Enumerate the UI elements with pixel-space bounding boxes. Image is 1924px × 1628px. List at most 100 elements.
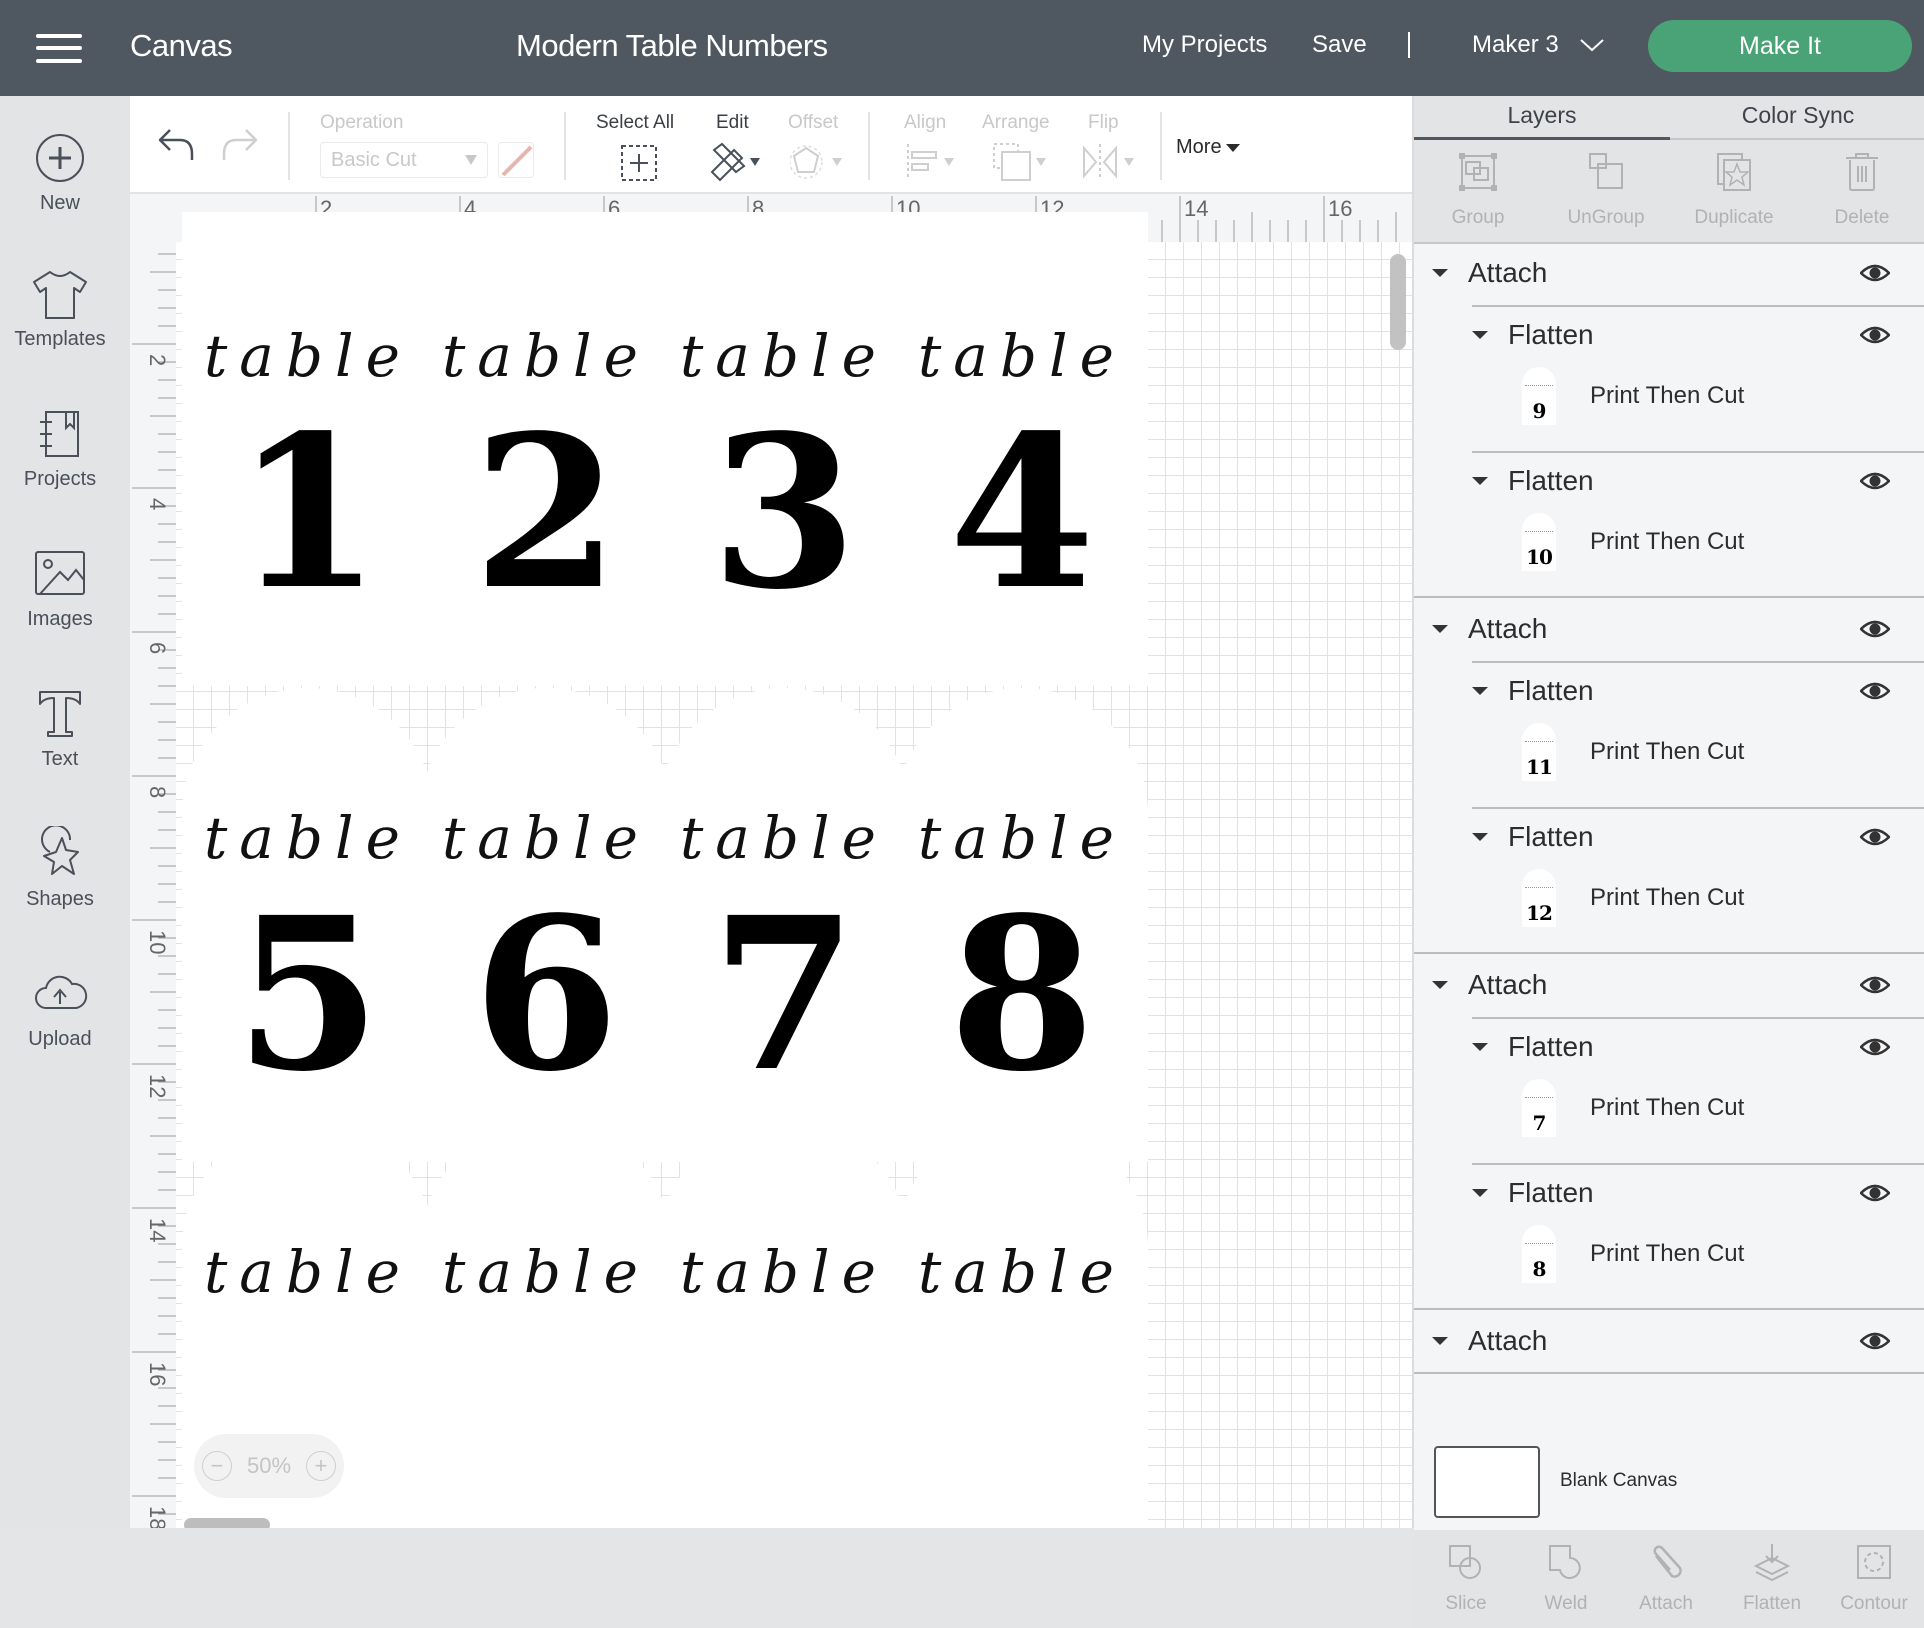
operation-color-swatch[interactable] — [498, 142, 534, 178]
zoom-out-button[interactable]: − — [202, 1451, 232, 1481]
table-number-card[interactable]: table — [420, 1122, 672, 1528]
flatten-button[interactable]: Flatten — [1720, 1542, 1824, 1615]
layer-group-attach[interactable]: Attach — [1432, 600, 1908, 658]
ungroup-button[interactable]: UnGroup — [1542, 150, 1670, 240]
layer-item[interactable]: 12 Print Then Cut — [1522, 866, 1744, 930]
collapse-triangle-icon[interactable] — [1472, 833, 1488, 841]
layer-item[interactable]: 9 Print Then Cut — [1522, 364, 1744, 428]
redo-icon[interactable] — [220, 126, 260, 162]
visibility-eye-icon[interactable] — [1859, 262, 1891, 284]
sidebar-item-shapes[interactable]: Shapes — [0, 826, 120, 936]
more-menu-button[interactable]: More — [1176, 136, 1240, 159]
zoom-in-button[interactable]: + — [305, 1451, 336, 1481]
undo-icon[interactable] — [156, 126, 196, 162]
sidebar-item-projects[interactable]: Projects — [0, 406, 120, 516]
design-canvas[interactable]: 2 4 6 8 10 12 14 16 2 4 6 8 10 12 14 16 18 table 1 table 2… — [130, 194, 1412, 1528]
layer-group-flatten[interactable]: Flatten — [1472, 1164, 1908, 1222]
duplicate-button[interactable]: Duplicate — [1670, 150, 1798, 240]
collapse-triangle-icon[interactable] — [1472, 1043, 1488, 1051]
my-projects-link[interactable]: My Projects — [1142, 31, 1267, 59]
collapse-triangle-icon[interactable] — [1472, 1189, 1488, 1197]
table-number-card[interactable]: table 2 — [420, 212, 672, 686]
visibility-eye-icon[interactable] — [1859, 470, 1891, 492]
layer-item[interactable]: 8 Print Then Cut — [1522, 1222, 1744, 1286]
flip-icon[interactable] — [1080, 142, 1144, 182]
tab-color-sync[interactable]: Color Sync — [1670, 96, 1924, 140]
collapse-triangle-icon[interactable] — [1432, 981, 1448, 989]
operation-select[interactable]: Basic Cut — [320, 142, 488, 178]
table-number-card[interactable]: table — [658, 1122, 910, 1528]
project-title[interactable]: Modern Table Numbers — [516, 28, 828, 64]
sidebar-label: Images — [27, 608, 93, 630]
operation-value: Basic Cut — [331, 149, 417, 171]
arrange-icon[interactable] — [990, 140, 1054, 184]
select-all-icon[interactable] — [620, 144, 658, 182]
collapse-triangle-icon[interactable] — [1472, 331, 1488, 339]
table-number-card[interactable]: table 4 — [896, 212, 1148, 686]
weld-button[interactable]: Weld — [1514, 1542, 1618, 1615]
visibility-eye-icon[interactable] — [1859, 974, 1891, 996]
menu-icon[interactable] — [36, 32, 82, 64]
layer-group-attach[interactable]: Attach — [1432, 1312, 1908, 1370]
layer-item[interactable]: 10 Print Then Cut — [1522, 510, 1744, 574]
layer-group-attach[interactable]: Attach — [1432, 244, 1908, 302]
card-script-text: table — [918, 804, 1126, 872]
visibility-eye-icon[interactable] — [1859, 324, 1891, 346]
visibility-eye-icon[interactable] — [1859, 680, 1891, 702]
collapse-triangle-icon[interactable] — [1432, 625, 1448, 633]
trash-icon — [1846, 153, 1878, 191]
horizontal-scrollbar[interactable] — [184, 1518, 270, 1528]
layer-group-flatten[interactable]: Flatten — [1472, 1018, 1908, 1076]
layer-group-flatten[interactable]: Flatten — [1472, 662, 1908, 720]
table-number-card[interactable]: table 6 — [420, 688, 672, 1162]
slice-button[interactable]: Slice — [1414, 1542, 1518, 1615]
collapse-triangle-icon[interactable] — [1472, 477, 1488, 485]
sidebar-item-text[interactable]: Text — [0, 686, 120, 796]
layer-group-flatten[interactable]: Flatten — [1472, 808, 1908, 866]
collapse-triangle-icon[interactable] — [1472, 687, 1488, 695]
make-it-button[interactable]: Make It — [1648, 20, 1912, 72]
visibility-eye-icon[interactable] — [1859, 618, 1891, 640]
table-number-card[interactable]: table — [896, 1122, 1148, 1528]
sidebar-item-upload[interactable]: Upload — [0, 966, 120, 1076]
visibility-eye-icon[interactable] — [1859, 1182, 1891, 1204]
edit-pencil-ruler-icon[interactable] — [708, 142, 764, 182]
table-number-card[interactable]: table 3 — [658, 212, 910, 686]
layer-group-flatten[interactable]: Flatten — [1472, 452, 1908, 510]
visibility-eye-icon[interactable] — [1859, 1330, 1891, 1352]
align-icon[interactable] — [904, 142, 960, 182]
group-icon — [1459, 153, 1497, 191]
table-number-card[interactable]: table 5 — [182, 688, 434, 1162]
sidebar-item-templates[interactable]: Templates — [0, 266, 120, 376]
layer-group-attach[interactable]: Attach — [1432, 956, 1908, 1014]
table-number-card[interactable]: table 1 — [182, 212, 434, 686]
top-bar: Canvas Modern Table Numbers My Projects … — [0, 0, 1924, 96]
sidebar-item-images[interactable]: Images — [0, 546, 120, 656]
attach-button[interactable]: Attach — [1614, 1542, 1718, 1615]
layer-group-flatten[interactable]: Flatten — [1472, 306, 1908, 364]
delete-button[interactable]: Delete — [1798, 150, 1924, 240]
visibility-eye-icon[interactable] — [1859, 826, 1891, 848]
table-number-card[interactable]: table 7 — [658, 688, 910, 1162]
panel-tabs: Layers Color Sync — [1414, 96, 1924, 140]
vertical-scrollbar[interactable] — [1390, 254, 1406, 350]
visibility-eye-icon[interactable] — [1859, 1036, 1891, 1058]
layer-item[interactable]: 11 Print Then Cut — [1522, 720, 1744, 784]
collapse-triangle-icon[interactable] — [1432, 1337, 1448, 1345]
machine-select[interactable]: Maker 3 — [1472, 31, 1605, 59]
table-number-card[interactable]: table 8 — [896, 688, 1148, 1162]
contour-button[interactable]: Contour — [1822, 1542, 1924, 1615]
sidebar-item-new[interactable]: New — [0, 130, 120, 240]
layer-actions: Group UnGroup Duplicate Delete — [1414, 140, 1924, 244]
save-button[interactable]: Save — [1312, 31, 1367, 59]
layer-divider — [1414, 596, 1924, 598]
collapse-triangle-icon[interactable] — [1432, 269, 1448, 277]
offset-icon[interactable] — [790, 142, 846, 182]
canvas-grid[interactable]: table 1 table 2 table 3 table 4 table 5 table 6 tabl… — [176, 212, 1412, 1528]
blank-canvas-swatch[interactable] — [1434, 1446, 1540, 1518]
tab-layers[interactable]: Layers — [1414, 96, 1670, 140]
group-button[interactable]: Group — [1414, 150, 1542, 240]
layer-item[interactable]: 7 Print Then Cut — [1522, 1076, 1744, 1140]
layer-group-label: Attach — [1468, 969, 1548, 1000]
layer-group-label: Flatten — [1508, 821, 1594, 852]
